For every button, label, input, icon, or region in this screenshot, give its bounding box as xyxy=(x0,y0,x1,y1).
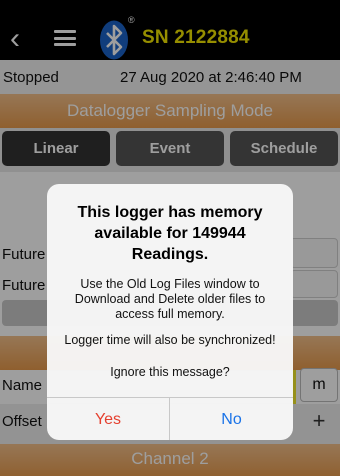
no-button[interactable]: No xyxy=(170,398,293,440)
memory-alert-dialog: This logger has memory available for 149… xyxy=(47,184,293,440)
dialog-title: This logger has memory available for 149… xyxy=(77,204,263,263)
dialog-sync-message: Logger time will also be synchronized! xyxy=(64,333,276,347)
dialog-buttons: Yes No xyxy=(47,397,293,440)
dialog-question: Ignore this message? xyxy=(110,365,230,379)
dialog-message: Use the Old Log Files window to Download… xyxy=(74,277,266,321)
yes-button[interactable]: Yes xyxy=(47,398,170,440)
